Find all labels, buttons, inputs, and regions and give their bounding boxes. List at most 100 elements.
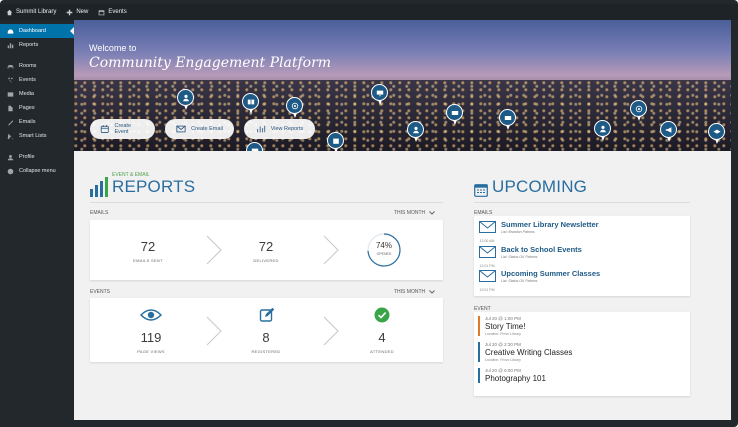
upcoming-event-item[interactable]: Jul 20 @ 6:00 PM Photography 101 bbox=[478, 368, 546, 383]
sidebar-item-emails[interactable]: Emails bbox=[0, 115, 74, 129]
events-label: Events bbox=[108, 9, 127, 15]
event-title: Story Time! bbox=[485, 322, 526, 331]
upcoming-divider bbox=[474, 202, 690, 203]
event-location: Location: Provo Library bbox=[485, 332, 521, 336]
hero-welcome: Welcome to bbox=[89, 43, 137, 53]
emails-period-select[interactable]: THIS MONTH bbox=[394, 210, 435, 216]
email-list: List: Status OK Patrons bbox=[501, 255, 538, 259]
event-title: Creative Writing Classes bbox=[485, 348, 573, 357]
sidebar-item-profile[interactable]: Profile bbox=[0, 150, 74, 164]
map-pin-envelope bbox=[446, 104, 463, 125]
hero-banner: Welcome to Community Engagement Platform… bbox=[74, 20, 731, 151]
main-content: Welcome to Community Engagement Platform… bbox=[74, 20, 731, 420]
emails-sent-label: EMAILS SENT bbox=[133, 258, 163, 263]
attended-label: ATTENDED bbox=[370, 349, 394, 354]
opened-label: OPENED bbox=[376, 252, 392, 256]
dashboard-icon bbox=[7, 28, 14, 34]
chevron-right-icon bbox=[323, 235, 339, 265]
new-link[interactable]: New bbox=[66, 9, 88, 16]
calendar-icon bbox=[332, 138, 339, 144]
sidebar-item-rooms[interactable]: Rooms bbox=[0, 59, 74, 73]
view-reports-label: View Reports bbox=[270, 126, 304, 132]
envelope-icon bbox=[478, 246, 496, 258]
registered-label: REGISTERED bbox=[251, 349, 281, 354]
page-views-stat: 119 PAGE VIEWS bbox=[121, 330, 181, 354]
create-email-button[interactable]: Create Email bbox=[165, 119, 234, 139]
sidebar-item-reports[interactable]: Reports bbox=[0, 38, 74, 52]
emails-sent-stat: 72 EMAILS SENT bbox=[118, 239, 178, 263]
sidebar-item-pages[interactable]: Pages bbox=[0, 101, 74, 115]
sidebar-item-dashboard[interactable]: Dashboard bbox=[0, 24, 74, 38]
chevron-right-icon bbox=[206, 316, 222, 346]
map-pin-person-2 bbox=[594, 120, 611, 141]
map-pin-person-3 bbox=[407, 121, 424, 142]
registered-value: 8 bbox=[262, 330, 270, 345]
upcoming-event-item[interactable]: Jul 20 @ 2:30 PM Creative Writing Classe… bbox=[478, 342, 572, 362]
event-date: Jul 20 @ 2:30 PM bbox=[485, 342, 521, 347]
monitor-icon bbox=[376, 90, 383, 96]
reports-divider bbox=[90, 202, 443, 203]
opened-value: 74% bbox=[375, 241, 392, 250]
sidebar-item-label: Events bbox=[19, 77, 36, 83]
events-period-select[interactable]: THIS MONTH bbox=[394, 289, 435, 295]
edit-icon bbox=[259, 307, 275, 322]
page-views-value: 119 bbox=[140, 330, 162, 345]
attended-value: 4 bbox=[378, 330, 386, 345]
email-time: 12:01 PM bbox=[479, 264, 495, 268]
reports-kicker: EVENT & EMAIL bbox=[112, 172, 150, 178]
map-pin-graduation bbox=[708, 123, 725, 144]
map-pin-calendar bbox=[327, 132, 344, 151]
envelope-icon bbox=[504, 115, 511, 120]
upcoming-heading: UPCOMING bbox=[474, 177, 587, 197]
sidebar-item-label: Pages bbox=[19, 105, 35, 111]
view-reports-button[interactable]: View Reports bbox=[244, 119, 315, 139]
upcoming-email-item[interactable]: 12:01 PM Upcoming Summer Classes List: S… bbox=[478, 269, 600, 292]
create-email-label: Create Email bbox=[191, 126, 223, 132]
graduation-cap-icon bbox=[712, 129, 721, 134]
email-title: Upcoming Summer Classes bbox=[501, 269, 601, 278]
upcoming-events-card: Jul 20 @ 1:00 PM Story Time! Location: P… bbox=[474, 312, 690, 396]
email-time: 12:01 PM bbox=[479, 288, 495, 292]
upcoming-event-item[interactable]: Jul 20 @ 1:00 PM Story Time! Location: P… bbox=[478, 316, 525, 336]
upcoming-email-item[interactable]: 12:00 AM Summer Library Newsletter List:… bbox=[478, 220, 599, 243]
new-label: New bbox=[76, 9, 89, 15]
attended-stat: 4 ATTENDED bbox=[352, 330, 412, 354]
events-icon bbox=[8, 77, 13, 83]
chevron-right-icon bbox=[206, 235, 222, 265]
person-icon bbox=[412, 126, 419, 133]
sidebar-item-label: Collapse menu bbox=[19, 168, 56, 174]
sidebar-item-label: Profile bbox=[19, 154, 35, 160]
create-event-label: Create Event bbox=[114, 123, 132, 135]
create-event-button[interactable]: Create Event bbox=[90, 119, 155, 139]
profile-icon bbox=[7, 154, 14, 160]
envelope-icon bbox=[176, 125, 186, 133]
bar-chart-icon bbox=[90, 177, 108, 197]
envelope-icon bbox=[451, 110, 458, 115]
map-pin-at-2 bbox=[630, 100, 647, 121]
rooms-icon bbox=[7, 64, 14, 69]
hero-title: Community Engagement Platform bbox=[89, 55, 332, 71]
upcoming-title: UPCOMING bbox=[492, 177, 588, 196]
site-name: Summit Library bbox=[16, 9, 57, 15]
opened-ring: 74% OPENED bbox=[366, 232, 402, 268]
event-date: Jul 20 @ 6:00 PM bbox=[485, 368, 521, 373]
pages-icon bbox=[8, 105, 13, 111]
emails-icon bbox=[7, 119, 14, 125]
book-icon bbox=[247, 99, 254, 104]
upcoming-emails-card: 12:00 AM Summer Library Newsletter List:… bbox=[474, 216, 690, 296]
sidebar-item-smart-lists[interactable]: Smart Lists bbox=[0, 129, 74, 143]
media-icon bbox=[7, 91, 14, 97]
email-list: List: Status OK Patrons bbox=[501, 279, 538, 283]
sidebar-item-collapse[interactable]: Collapse menu bbox=[0, 164, 74, 178]
site-link[interactable]: Summit Library bbox=[6, 9, 56, 16]
email-title: Summer Library Newsletter bbox=[501, 220, 599, 229]
events-link[interactable]: Events bbox=[98, 9, 127, 16]
map-pin-at bbox=[286, 97, 303, 118]
chevron-right-icon bbox=[323, 316, 339, 346]
sidebar-item-events[interactable]: Events bbox=[0, 73, 74, 87]
sidebar-item-label: Smart Lists bbox=[19, 133, 47, 139]
upcoming-email-item[interactable]: 12:01 PM Back to School Events List: Sta… bbox=[478, 245, 582, 268]
reports-title: REPORTS bbox=[112, 177, 196, 196]
chevron-down-icon bbox=[429, 290, 435, 294]
sidebar-item-media[interactable]: Media bbox=[0, 87, 74, 101]
